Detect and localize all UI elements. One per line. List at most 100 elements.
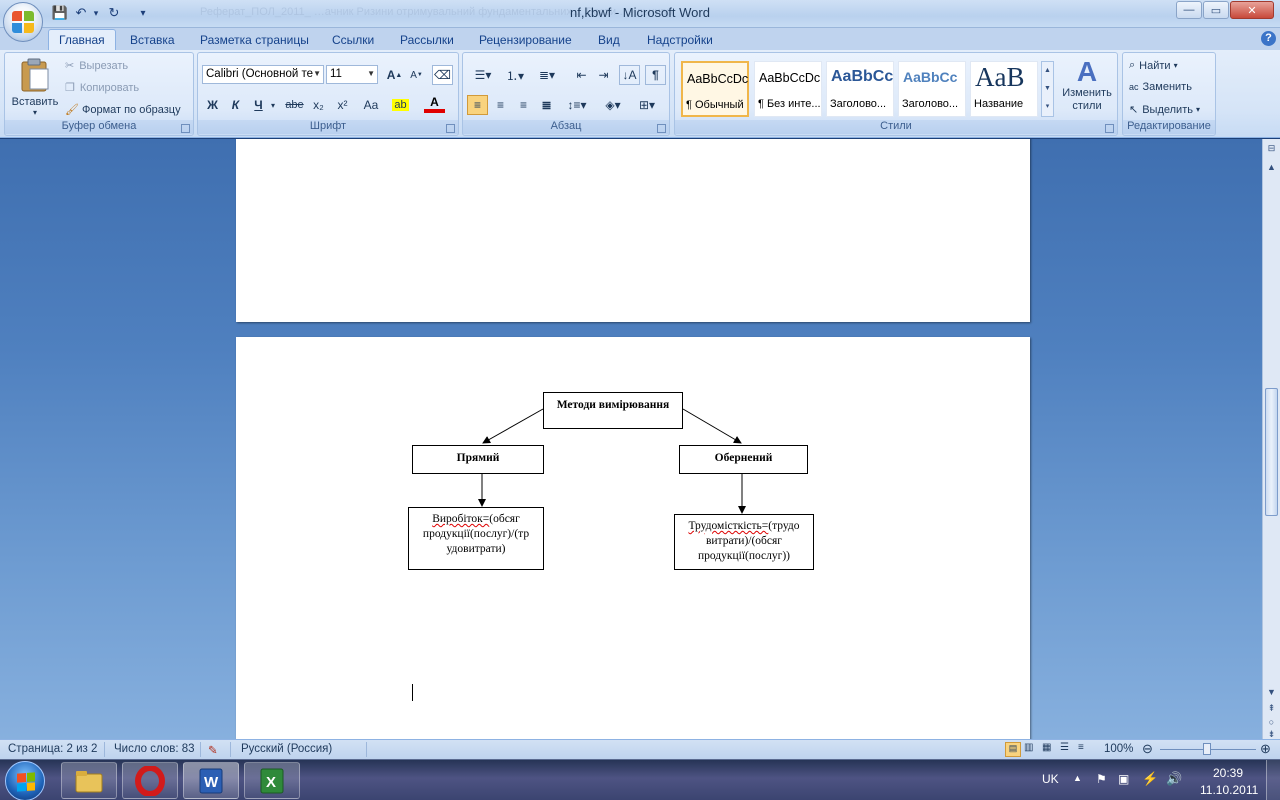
style-normal[interactable]: AaBbCcDc ¶ Обычный <box>681 61 749 117</box>
device-icon[interactable]: ▣ <box>1118 772 1129 786</box>
taskbar-opera[interactable] <box>122 762 178 799</box>
shading-icon[interactable]: ◈▾ <box>599 95 627 115</box>
style-title[interactable]: AaB Название <box>970 61 1038 117</box>
zoom-out-icon[interactable]: ⊖ <box>1142 741 1153 757</box>
dialog-launcher-icon[interactable] <box>657 124 666 133</box>
tab-references[interactable]: Ссылки <box>322 29 384 50</box>
show-desktop-button[interactable] <box>1266 760 1280 800</box>
cut-button[interactable]: ✂ Вырезать <box>65 59 128 73</box>
align-right-icon[interactable]: ≡ <box>513 95 534 115</box>
font-size-select[interactable]: 11 ▼ <box>326 65 378 84</box>
underline-button[interactable]: Ч <box>248 95 269 115</box>
customize-qat-icon[interactable]: ▾ <box>137 4 149 22</box>
vertical-scrollbar[interactable]: ⊟ ▲ ▼ ⇞ ○ ⇟ <box>1262 139 1280 739</box>
format-painter-button[interactable]: 🖌 Формат по образцу <box>65 103 181 117</box>
volume-icon[interactable]: 🔊 <box>1166 771 1182 787</box>
document-area[interactable]: Методи вимірювання Прямий Обернений Виро… <box>0 139 1262 739</box>
underline-dropdown-icon[interactable]: ▾ <box>268 95 278 115</box>
numbering-icon[interactable]: ⒈▾ <box>501 65 529 85</box>
superscript-button[interactable]: x² <box>332 95 353 115</box>
strikethrough-button[interactable]: abe <box>284 95 305 115</box>
style-heading-2[interactable]: AaBbCc Заголово... <box>898 61 966 117</box>
full-screen-reading-icon[interactable]: ▥ <box>1024 742 1033 753</box>
select-button[interactable]: ↖ Выделить ▾ <box>1129 103 1200 117</box>
style-heading-1[interactable]: AaBbCc Заголово... <box>826 61 894 117</box>
minimize-button[interactable]: — <box>1176 1 1202 19</box>
font-name-select[interactable]: Calibri (Основной те ▼ <box>202 65 324 84</box>
scroll-thumb[interactable] <box>1265 388 1278 516</box>
taskbar-word[interactable]: W <box>183 762 239 799</box>
print-layout-icon[interactable]: ▤ <box>1005 742 1021 757</box>
undo-dropdown-icon[interactable]: ▾ <box>91 4 101 22</box>
style-no-spacing[interactable]: AaBbCcDc ¶ Без инте... <box>754 61 822 117</box>
close-button[interactable]: ✕ <box>1230 1 1274 19</box>
grow-font-button[interactable]: A ▲ <box>384 65 405 85</box>
taskbar-excel[interactable]: X <box>244 762 300 799</box>
line-spacing-icon[interactable]: ↕≡▾ <box>563 95 591 115</box>
zoom-level[interactable]: 100% <box>1104 743 1133 755</box>
undo-icon[interactable]: ↶ <box>73 4 89 22</box>
action-center-icon[interactable]: ⚑ <box>1096 772 1107 786</box>
bullets-icon[interactable]: ☰▾ <box>469 65 497 85</box>
page-2[interactable]: Методи вимірювання Прямий Обернений Виро… <box>236 337 1030 739</box>
find-button[interactable]: ⌕ Найти ▾ <box>1129 59 1178 72</box>
zoom-in-icon[interactable]: ⊕ <box>1260 741 1271 757</box>
clear-formatting-icon[interactable]: ⌫ <box>432 65 453 85</box>
sort-icon[interactable]: ↓A <box>619 65 640 85</box>
subscript-button[interactable]: x₂ <box>308 95 329 115</box>
clock-time[interactable]: 20:39 <box>1213 766 1243 780</box>
paste-button[interactable]: Вставить ▾ <box>11 57 59 117</box>
diagram-direct-box[interactable]: Прямий <box>412 445 544 474</box>
replace-button[interactable]: ac Заменить <box>1129 81 1192 93</box>
help-icon[interactable]: ? <box>1261 31 1276 46</box>
repeat-icon[interactable]: ↻ <box>105 4 123 22</box>
ruler-toggle-icon[interactable]: ⊟ <box>1264 141 1279 156</box>
show-hidden-icons-icon[interactable]: ▲ <box>1073 773 1082 783</box>
scroll-down-icon[interactable]: ▼ <box>1264 684 1279 699</box>
office-button[interactable] <box>3 2 43 42</box>
copy-button[interactable]: ❐ Копировать <box>65 81 139 95</box>
zoom-slider-thumb[interactable] <box>1203 743 1211 755</box>
dialog-launcher-icon[interactable] <box>181 124 190 133</box>
save-icon[interactable]: 💾 <box>51 4 69 22</box>
power-icon[interactable]: ⚡ <box>1142 771 1158 787</box>
tab-page-layout[interactable]: Разметка страницы <box>190 29 319 50</box>
tab-review[interactable]: Рецензирование <box>469 29 582 50</box>
taskbar-explorer[interactable] <box>61 762 117 799</box>
draft-icon[interactable]: ≡ <box>1078 742 1084 753</box>
font-color-icon[interactable]: A <box>424 95 445 113</box>
diagram-inverse-box[interactable]: Обернений <box>679 445 808 474</box>
diagram-labor-formula-box[interactable]: Трудомісткість=(трудо витрати)/(обсяг пр… <box>674 514 814 570</box>
change-case-button[interactable]: Aa <box>358 95 384 115</box>
tab-home[interactable]: Главная <box>48 29 116 50</box>
language-indicator[interactable]: Русский (Россия) <box>241 743 332 755</box>
scroll-up-icon[interactable]: ▲ <box>1264 159 1279 174</box>
highlight-icon[interactable]: ab <box>390 95 411 115</box>
web-layout-icon[interactable]: ▦ <box>1042 742 1051 753</box>
dialog-launcher-icon[interactable] <box>446 124 455 133</box>
diagram-root-box[interactable]: Методи вимірювання <box>543 392 683 429</box>
diagram-output-formula-box[interactable]: Виробіток=(обсяг продукції(послуг)/(тр у… <box>408 507 544 570</box>
justify-icon[interactable]: ≣ <box>536 95 557 115</box>
maximize-button[interactable]: ▭ <box>1203 1 1229 19</box>
bold-button[interactable]: Ж <box>202 95 223 115</box>
dialog-launcher-icon[interactable] <box>1105 124 1114 133</box>
align-center-icon[interactable]: ≡ <box>490 95 511 115</box>
decrease-indent-icon[interactable]: ⇤ <box>571 65 592 85</box>
multilevel-list-icon[interactable]: ≣▾ <box>533 65 561 85</box>
clock-date[interactable]: 11.10.2011 <box>1200 783 1258 797</box>
tab-mailings[interactable]: Рассылки <box>390 29 464 50</box>
outline-icon[interactable]: ☰ <box>1060 742 1069 753</box>
word-count[interactable]: Число слов: 83 <box>114 743 195 755</box>
shrink-font-button[interactable]: A ▼ <box>406 65 427 85</box>
tab-view[interactable]: Вид <box>588 29 630 50</box>
proofing-icon[interactable]: ✎ <box>208 743 218 757</box>
page-1[interactable] <box>236 139 1030 322</box>
borders-icon[interactable]: ⊞▾ <box>633 95 661 115</box>
styles-scroll[interactable]: ▲ ▼ ▾ <box>1041 61 1054 117</box>
tab-addins[interactable]: Надстройки <box>637 29 723 50</box>
tab-insert[interactable]: Вставка <box>120 29 185 50</box>
page-count[interactable]: Страница: 2 из 2 <box>8 743 97 755</box>
change-styles-button[interactable]: A Изменить стили <box>1059 57 1115 119</box>
language-bar[interactable]: UK <box>1042 772 1059 786</box>
